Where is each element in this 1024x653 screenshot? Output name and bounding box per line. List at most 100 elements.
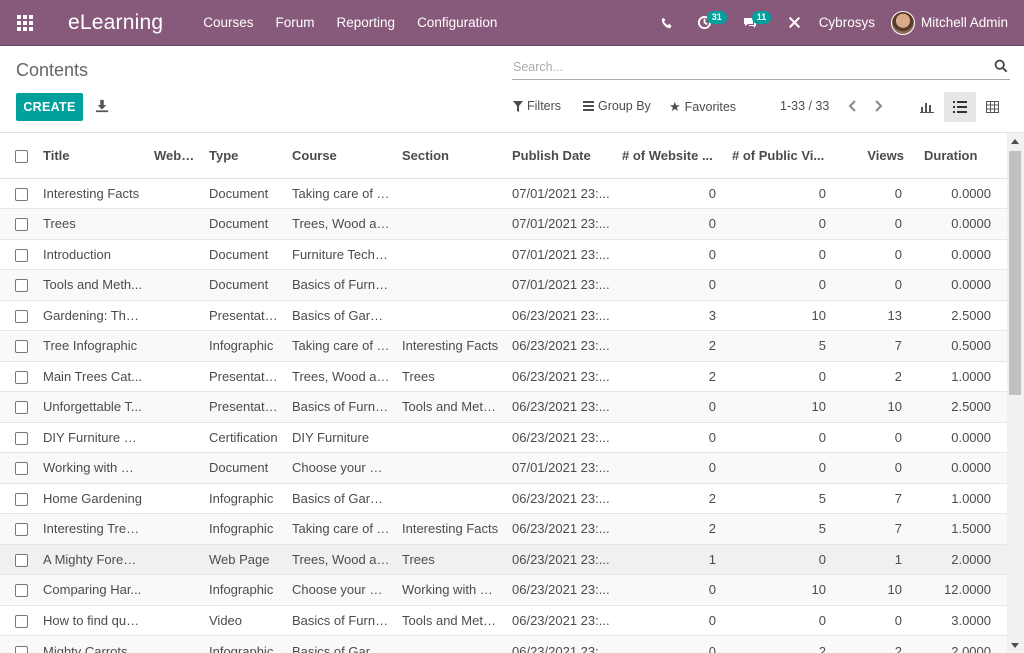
row-checkbox[interactable] [0,330,37,361]
table-row[interactable]: DIY Furniture Ce... Certification DIY Furn… [0,421,1007,453]
activities-icon[interactable]: 31 [685,0,727,46]
debug-tools-icon[interactable] [776,0,813,46]
table-row[interactable]: Main Trees Cat... Presentation Trees, Wood… [0,360,1007,392]
row-website-views: 2 [616,482,726,514]
row-views: 7 [836,330,912,361]
row-duration: 2.5000 [912,391,1007,422]
table-row[interactable]: Home Gardening Infographic Basics of Garde… [0,482,1007,514]
row-views: 10 [836,391,912,422]
scrollbar-thumb[interactable] [1009,151,1021,395]
row-checkbox[interactable] [0,238,37,270]
row-checkbox[interactable] [0,299,37,331]
row-checkbox[interactable] [0,574,37,605]
table-row[interactable]: How to find qua... Video Basics of Furnit.… [0,604,1007,636]
table-row[interactable]: Tree Infographic Infographic Taking care o… [0,330,1007,361]
phone-icon[interactable] [649,0,685,46]
messages-icon[interactable]: 11 [730,0,772,46]
search-icon[interactable] [994,59,1008,73]
row-website-views: 1 [616,543,726,575]
col-type[interactable]: Type [203,133,286,179]
table-row[interactable]: Interesting Tree ... Infographic Taking ca… [0,513,1007,544]
row-checkbox[interactable] [0,269,37,300]
filter-icon [513,100,523,112]
menu-forum[interactable]: Forum [276,15,315,30]
table-row[interactable]: Introduction Document Furniture Techni... 0… [0,238,1007,270]
table-row[interactable]: Comparing Har... Infographic Choose your w… [0,574,1007,605]
row-checkbox[interactable] [0,452,37,483]
menu-reporting[interactable]: Reporting [337,15,396,30]
vertical-scrollbar[interactable] [1007,133,1024,653]
row-course: DIY Furniture [286,421,396,453]
table-row[interactable]: Trees Document Trees, Wood an... 07/01/2021… [0,208,1007,239]
row-checkbox[interactable] [0,360,37,392]
row-checkbox[interactable] [0,513,37,544]
row-duration: 2.0000 [912,543,1007,575]
row-public-views: 0 [726,543,836,575]
contents-list: Title Website Type Course Section Publis… [0,133,1007,653]
col-publish-date[interactable]: Publish Date [506,133,616,179]
company-switcher[interactable]: Cybrosys [813,15,891,30]
filters-button[interactable]: Filters [513,99,561,113]
col-website-views[interactable]: # of Website ... [616,133,726,179]
row-public-views: 2 [726,635,836,653]
table-row[interactable]: Gardening: The ... Presentation Basics of … [0,299,1007,331]
row-checkbox[interactable] [0,208,37,239]
row-type: Presentation [203,391,286,422]
row-checkbox[interactable] [0,391,37,422]
apps-menu-icon[interactable] [2,0,48,46]
row-website [148,452,203,483]
search-input[interactable] [512,56,1010,78]
pager-next-icon[interactable] [869,96,889,116]
scroll-up-arrow[interactable] [1011,139,1019,144]
row-checkbox[interactable] [0,635,37,653]
messages-badge: 11 [751,10,772,24]
row-checkbox[interactable] [0,543,37,575]
row-type: Infographic [203,513,286,544]
create-button[interactable]: CREATE [16,93,83,121]
row-website [148,543,203,575]
scroll-down-arrow[interactable] [1011,643,1019,648]
row-duration: 12.0000 [912,574,1007,605]
table-row[interactable]: Mighty Carrots Infographic Basics of Garde… [0,635,1007,653]
groupby-button[interactable]: Group By [583,99,651,113]
pager-value[interactable]: 1-33 / 33 [780,99,829,113]
col-website[interactable]: Website [148,133,203,179]
table-row[interactable]: A Mighty Forest... Web Page Trees, Wood an… [0,543,1007,575]
menu-configuration[interactable]: Configuration [417,15,497,30]
pivot-view-icon[interactable] [976,92,1008,122]
user-menu[interactable]: Mitchell Admin [890,10,1024,35]
col-views[interactable]: Views [836,133,912,179]
download-icon[interactable] [95,99,109,113]
col-section[interactable]: Section [396,133,506,179]
row-checkbox[interactable] [0,177,37,209]
row-title: Working with W... [37,452,148,483]
graph-view-icon[interactable] [911,92,943,122]
row-publish-date: 06/23/2021 23:... [506,299,616,331]
col-duration[interactable]: Duration [912,133,1007,179]
row-section [396,421,506,453]
col-public-views[interactable]: # of Public Vi... [726,133,836,179]
row-duration: 3.0000 [912,604,1007,636]
pager-previous-icon[interactable] [842,96,862,116]
table-row[interactable]: Tools and Meth... Document Basics of Furni… [0,269,1007,300]
table-row[interactable]: Interesting Facts Document Taking care of … [0,177,1007,209]
favorites-button[interactable]: ★ Favorites [669,99,736,115]
row-section: Interesting Facts [396,513,506,544]
col-course[interactable]: Course [286,133,396,179]
row-checkbox[interactable] [0,604,37,636]
app-brand[interactable]: eLearning [68,11,163,35]
select-all-checkbox[interactable] [0,133,37,179]
activities-badge: 31 [706,10,727,24]
row-checkbox[interactable] [0,421,37,453]
row-checkbox[interactable] [0,482,37,514]
row-public-views: 0 [726,604,836,636]
col-title[interactable]: Title [37,133,148,179]
row-section: Working with W... [396,574,506,605]
row-title: A Mighty Forest... [37,543,148,575]
row-publish-date: 06/23/2021 23:... [506,513,616,544]
table-row[interactable]: Unforgettable T... Presentation Basics of … [0,391,1007,422]
table-row[interactable]: Working with W... Document Choose your wo.… [0,452,1007,483]
list-view-icon[interactable] [944,92,976,122]
row-publish-date: 07/01/2021 23:... [506,269,616,300]
menu-courses[interactable]: Courses [203,15,253,30]
